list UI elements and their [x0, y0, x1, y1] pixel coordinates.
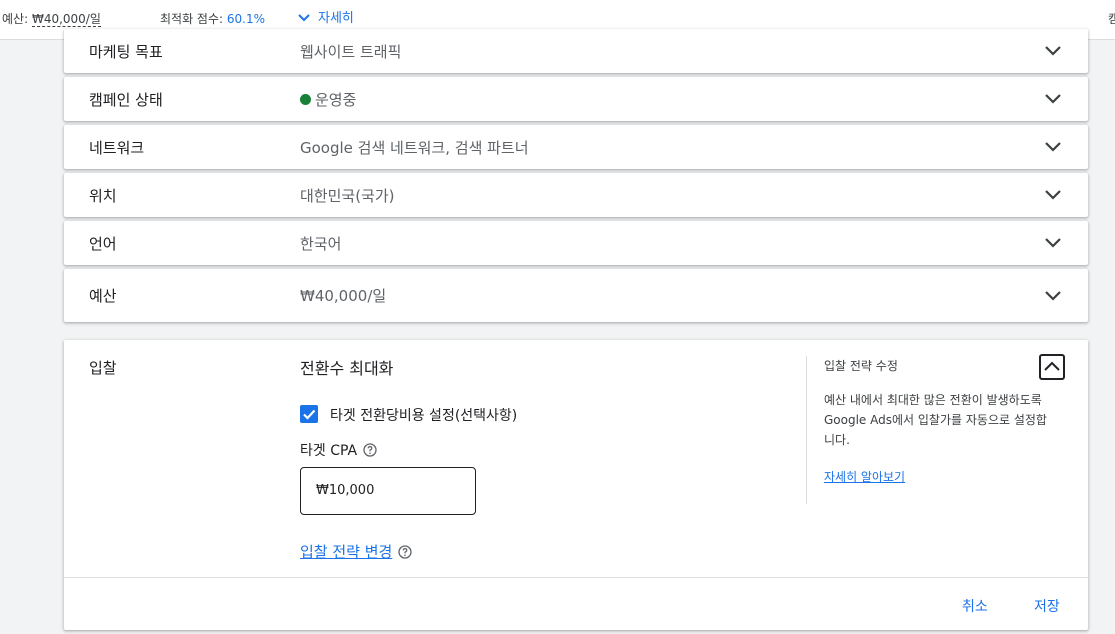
chevron-down-icon — [1045, 291, 1061, 301]
budget-summary: 예산: ₩40,000/일 — [2, 10, 101, 27]
chevron-down-icon — [1045, 190, 1061, 200]
setting-row-campaign-status[interactable]: 캠페인 상태 운영중 — [64, 77, 1088, 121]
bidding-label: 입찰 — [89, 359, 117, 377]
setting-row-network[interactable]: 네트워크 Google 검색 네트워크, 검색 파트너 — [64, 125, 1088, 169]
side-help-description: 예산 내에서 최대한 많은 전환이 발생하도록 Google Ads에서 입찰가… — [824, 393, 1047, 447]
setting-row-language[interactable]: 언어 한국어 — [64, 221, 1088, 265]
setting-value: 한국어 — [300, 235, 342, 253]
optimization-score-value[interactable]: 60.1% — [227, 12, 265, 26]
target-cpa-label: 타겟 CPA — [300, 440, 377, 460]
details-toggle-button[interactable]: 자세히 — [296, 7, 354, 26]
setting-label: 마케팅 목표 — [89, 43, 163, 61]
panel-divider — [806, 356, 807, 504]
help-icon[interactable] — [363, 443, 377, 457]
status-dot-icon — [300, 94, 311, 105]
setting-value: 웹사이트 트래픽 — [300, 43, 402, 61]
optimization-score-label: 최적화 점수: — [160, 12, 227, 26]
chevron-down-icon — [1045, 46, 1061, 56]
chevron-down-icon — [1045, 238, 1061, 248]
budget-summary-value[interactable]: ₩40,000/일 — [31, 12, 101, 27]
setting-row-location[interactable]: 위치 대한민국(국가) — [64, 173, 1088, 217]
bidding-panel: 입찰 전환수 최대화 타겟 전환당비용 설정(선택사항) 타겟 CPA ₩10,… — [64, 340, 1088, 630]
side-help-title: 입찰 전략 수정 — [824, 359, 898, 373]
cancel-button[interactable]: 취소 — [962, 596, 988, 616]
status-text: 운영중 — [315, 91, 357, 109]
setting-value: 운영중 — [300, 89, 356, 110]
target-cpa-label-text: 타겟 CPA — [300, 443, 358, 459]
setting-label: 캠페인 상태 — [89, 91, 163, 109]
footer-divider — [64, 577, 1088, 578]
target-cpa-checkbox[interactable] — [300, 405, 318, 423]
details-toggle-label: 자세히 — [318, 11, 354, 26]
help-icon[interactable] — [398, 545, 412, 559]
setting-value: Google 검색 네트워크, 검색 파트너 — [300, 139, 529, 157]
target-cpa-input[interactable]: ₩10,000 — [300, 467, 476, 515]
optimization-score: 최적화 점수: 60.1% — [160, 10, 265, 27]
setting-value: ₩40,000/일 — [300, 287, 387, 305]
chevron-up-icon — [1044, 361, 1060, 371]
setting-label: 예산 — [89, 287, 117, 305]
save-button[interactable]: 저장 — [1034, 596, 1060, 616]
chevron-down-icon — [1045, 142, 1061, 152]
truncated-text: 캠 — [1108, 12, 1115, 26]
target-cpa-checkbox-label[interactable]: 타겟 전환당비용 설정(선택사항) — [330, 405, 517, 425]
budget-summary-label: 예산: — [2, 12, 32, 26]
setting-label: 위치 — [89, 187, 117, 205]
change-bid-strategy-link[interactable]: 입찰 전략 변경 — [300, 541, 412, 562]
change-bid-strategy-text[interactable]: 입찰 전략 변경 — [300, 543, 392, 561]
chevron-down-icon — [1045, 94, 1061, 104]
setting-row-marketing-goal[interactable]: 마케팅 목표 웹사이트 트래픽 — [64, 29, 1088, 73]
bidding-strategy-name: 전환수 최대화 — [300, 359, 394, 378]
collapse-button[interactable] — [1039, 354, 1065, 380]
checkmark-icon — [303, 409, 316, 420]
setting-label: 네트워크 — [89, 139, 145, 157]
chevron-down-icon — [296, 11, 312, 26]
setting-row-budget[interactable]: 예산 ₩40,000/일 — [64, 269, 1088, 322]
setting-value: 대한민국(국가) — [300, 187, 395, 205]
setting-label: 언어 — [89, 235, 117, 253]
learn-more-link[interactable]: 자세히 알아보기 — [824, 468, 905, 485]
